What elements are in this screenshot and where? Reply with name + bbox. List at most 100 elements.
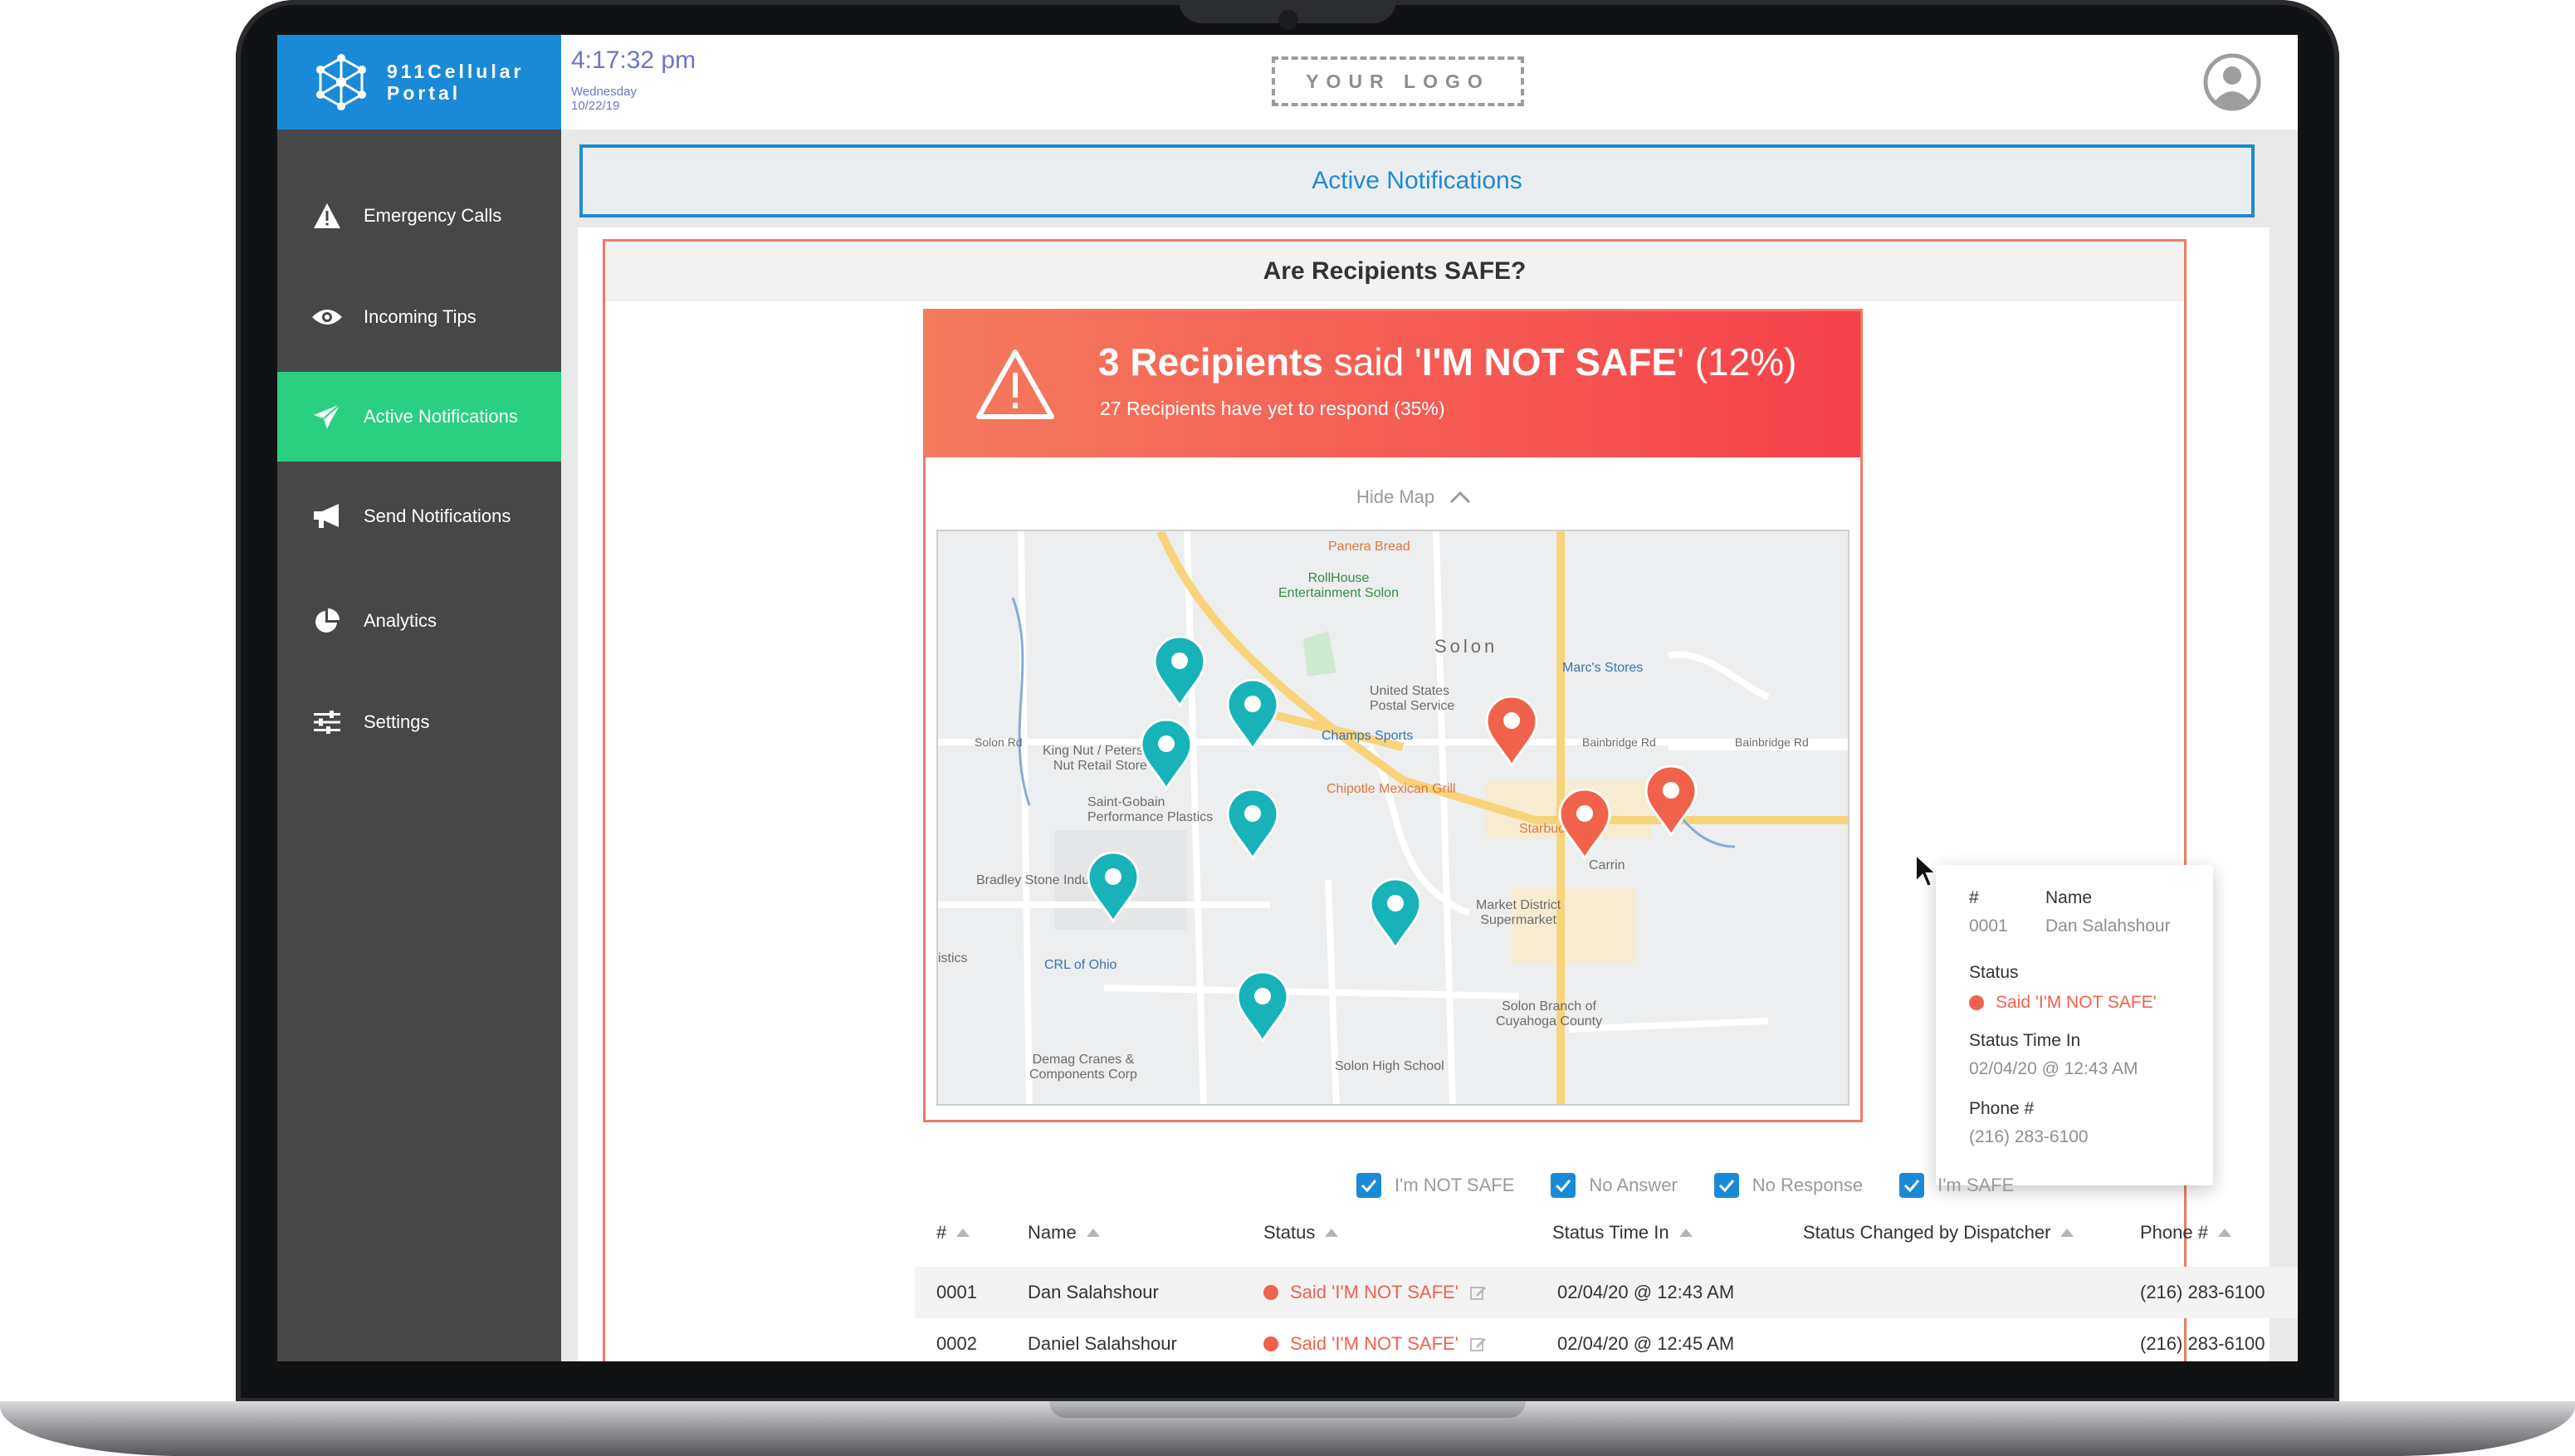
map-pin-not-safe-icon[interactable] <box>1557 789 1612 860</box>
app-screen: 911Cellular Portal Emergency Calls Incom… <box>277 35 2298 1361</box>
tooltip-name-value: Dan Salahshour <box>2045 916 2171 936</box>
phone-icon[interactable] <box>2296 1330 2298 1358</box>
cell-name: Daniel Salahshour <box>1028 1333 1177 1354</box>
map-label-saint-gobain: Saint-Gobain Performance Plastics <box>1087 795 1214 824</box>
filter-label: No Answer <box>1589 1175 1678 1195</box>
table-row[interactable]: 0002 Daniel Salahshour Said 'I'M NOT SAFE'… <box>915 1318 2298 1361</box>
filter-safe[interactable]: I'm SAFE <box>1899 1173 2014 1198</box>
hide-map-toggle[interactable]: Hide Map <box>1356 486 1471 508</box>
column-label: Status Changed by Dispatcher <box>1803 1222 2051 1243</box>
tooltip-phone-value: (216) 283-6100 <box>1969 1127 2089 1146</box>
top-bar: 4:17:32 pm Wednesday 10/22/19 YOUR LOGO <box>561 35 2298 129</box>
logo-placeholder: YOUR LOGO <box>1272 56 1524 106</box>
map-pin-safe-icon[interactable] <box>1225 789 1280 860</box>
column-status[interactable]: Status <box>1263 1222 1339 1243</box>
warning-triangle-icon <box>976 349 1054 419</box>
map-pin-safe-icon[interactable] <box>1225 679 1280 750</box>
hide-map-label: Hide Map <box>1356 486 1435 507</box>
edit-icon[interactable] <box>1469 1284 1487 1301</box>
cell-num: 0001 <box>936 1282 977 1302</box>
column-label: Status Time In <box>1552 1222 1669 1243</box>
sidebar-item-label: Send Notifications <box>364 506 511 526</box>
cell-status-time: 02/04/20 @ 12:43 AM <box>1557 1282 1735 1302</box>
paper-plane-icon <box>310 400 344 433</box>
sidebar-item-send-notifications[interactable]: Send Notifications <box>277 471 561 561</box>
sidebar-item-label: Active Notifications <box>364 406 518 427</box>
tooltip-name-label: Name <box>2045 888 2093 907</box>
map-label-bainbridge-rd-1: Bainbridge Rd <box>1582 735 1656 749</box>
cell-status-time: 02/04/20 @ 12:45 AM <box>1557 1333 1735 1354</box>
brand-line-1: 911Cellular <box>387 61 525 82</box>
map-label-market-district: Market District Supermarket <box>1476 898 1561 927</box>
filter-label: No Response <box>1752 1175 1864 1195</box>
map-pin-not-safe-icon[interactable] <box>1484 696 1539 767</box>
brand[interactable]: 911Cellular Portal <box>277 35 561 129</box>
column-changed-by-dispatcher[interactable]: Status Changed by Dispatcher <box>1803 1222 2074 1243</box>
alert-banner: 3 Recipients said 'I'M NOT SAFE' (12%) 2… <box>926 311 1860 457</box>
map-label-rollhouse: RollHouse Entertainment Solon <box>1278 571 1399 600</box>
column-num[interactable]: # <box>936 1222 970 1243</box>
sort-arrow-icon <box>1325 1229 1339 1237</box>
filter-no-response[interactable]: No Response <box>1713 1173 1864 1198</box>
alert-percent: ' (12%) <box>1677 340 1797 384</box>
map-pin-safe-icon[interactable] <box>1368 878 1423 950</box>
sidebar-item-emergency-calls[interactable]: Emergency Calls <box>277 171 561 261</box>
map-pin-not-safe-icon[interactable] <box>1644 765 1698 837</box>
brand-name: 911Cellular Portal <box>387 61 524 104</box>
checkbox-checked-icon[interactable] <box>1713 1173 1739 1198</box>
filter-not-safe[interactable]: I'm NOT SAFE <box>1356 1173 1514 1198</box>
user-avatar-icon[interactable] <box>2203 53 2261 111</box>
sidebar-item-incoming-tips[interactable]: Incoming Tips <box>277 272 561 362</box>
filter-label: I'm NOT SAFE <box>1395 1175 1515 1195</box>
checkbox-checked-icon[interactable] <box>1356 1173 1381 1198</box>
column-label: Status <box>1263 1222 1316 1243</box>
sort-arrow-icon <box>956 1229 970 1237</box>
tooltip-status: Said 'I'M NOT SAFE' <box>1969 993 2157 1013</box>
column-name[interactable]: Name <box>1028 1222 1100 1243</box>
page-title: Active Notifications <box>579 144 2255 217</box>
sidebar-item-label: Settings <box>364 711 430 732</box>
sliders-icon <box>310 706 344 739</box>
column-phone[interactable]: Phone # <box>2140 1222 2231 1243</box>
checkbox-checked-icon[interactable] <box>1899 1173 1925 1198</box>
map-pin-safe-icon[interactable] <box>1086 852 1141 923</box>
column-status-time[interactable]: Status Time In <box>1552 1222 1693 1243</box>
map-label-panera: Panera Bread <box>1328 540 1410 554</box>
tooltip-time-label: Status Time In <box>1969 1031 2081 1050</box>
warning-icon <box>310 199 344 232</box>
checkbox-checked-icon[interactable] <box>1551 1173 1576 1198</box>
table-row[interactable]: 0001 Dan Salahshour Said 'I'M NOT SAFE' 02/… <box>915 1267 2298 1318</box>
sort-arrow-icon <box>2217 1229 2231 1237</box>
sidebar: 911Cellular Portal Emergency Calls Incom… <box>277 35 561 1361</box>
map-label-usps: United States Postal Service <box>1370 684 1455 713</box>
map-pin-safe-icon[interactable] <box>1139 719 1194 790</box>
tooltip-time-value: 02/04/20 @ 12:43 AM <box>1969 1059 2138 1078</box>
phone-icon[interactable] <box>2296 1278 2298 1307</box>
map-pin-safe-icon[interactable] <box>1235 971 1290 1043</box>
sidebar-item-settings[interactable]: Settings <box>277 677 561 767</box>
alert-count: 3 Recipients <box>1098 340 1323 384</box>
sidebar-item-active-notifications[interactable]: Active Notifications <box>277 372 561 462</box>
network-logo-icon <box>316 54 366 110</box>
map-pin-safe-icon[interactable] <box>1152 636 1207 707</box>
brand-line-2: Portal <box>387 82 462 104</box>
tooltip-phone-label: Phone # <box>1969 1099 2035 1118</box>
table-header: # Name Status Status Time In Status Chan… <box>920 1214 2298 1255</box>
column-label: Name <box>1028 1222 1077 1243</box>
status-dot-icon <box>1263 1285 1278 1300</box>
survey-question: Are Recipients SAFE? <box>605 242 2184 301</box>
cell-num: 0002 <box>936 1333 977 1354</box>
map-view[interactable]: Panera Bread RollHouse Entertainment Sol… <box>936 530 1849 1106</box>
map-label-demag: Demag Cranes & Components Corp <box>1029 1053 1137 1082</box>
edit-icon[interactable] <box>1469 1336 1487 1352</box>
filter-no-answer[interactable]: No Answer <box>1551 1173 1678 1198</box>
cell-phone: (216) 283-6100 <box>2140 1282 2265 1302</box>
column-label: # <box>936 1222 947 1243</box>
sidebar-item-analytics[interactable]: Analytics <box>277 576 561 666</box>
map-label-solon-high: Solon High School <box>1335 1059 1444 1073</box>
sidebar-item-label: Emergency Calls <box>364 205 502 226</box>
camera-icon <box>1278 10 1298 30</box>
status-text: Said 'I'M NOT SAFE' <box>1290 1282 1459 1302</box>
mouse-cursor-icon <box>1915 853 1938 888</box>
clock-weekday: Wednesday <box>571 85 637 99</box>
